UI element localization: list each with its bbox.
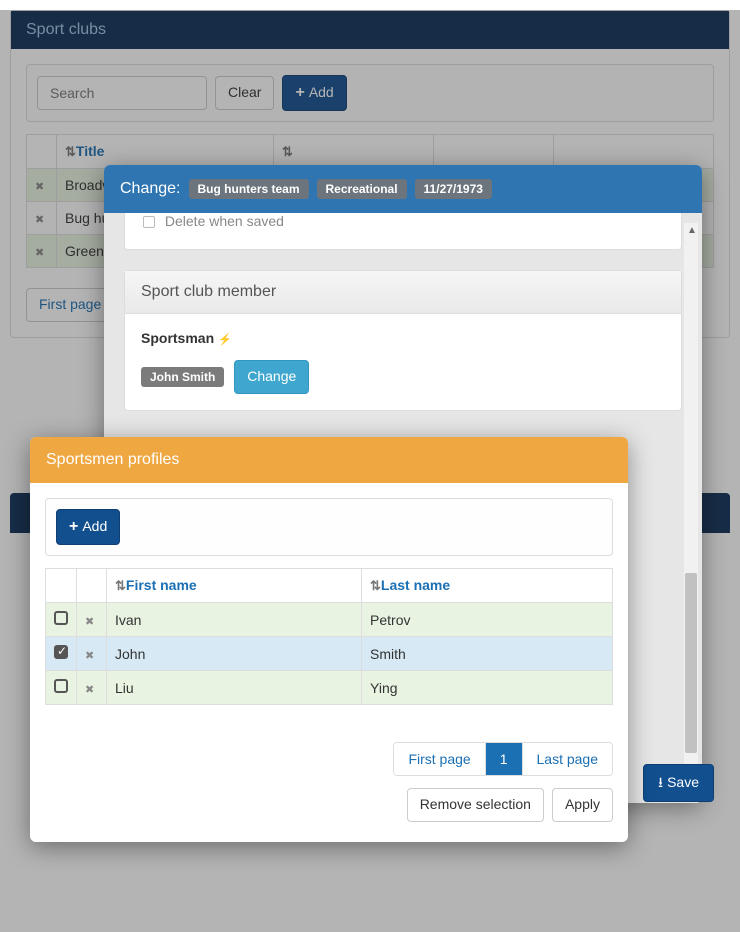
cell-first-name: John <box>107 637 362 671</box>
profiles-toolbar: Add <box>45 498 613 556</box>
delete-row-button[interactable] <box>77 671 107 705</box>
checkbox-icon <box>54 611 68 625</box>
cell-last-name: Ying <box>362 671 613 705</box>
cell-first-name: Ivan <box>107 603 362 637</box>
col-select <box>46 569 77 603</box>
save-button[interactable]: Save <box>643 764 714 802</box>
change-dialog-header: Change: Bug hunters team Recreational 11… <box>104 165 702 213</box>
remove-selection-button[interactable]: Remove selection <box>407 788 544 822</box>
profiles-add-label: Add <box>82 517 107 537</box>
member-card: Sport club member Sportsman John Smith C… <box>124 270 682 411</box>
member-card-title: Sport club member <box>125 271 681 314</box>
pagination: First page 1 Last page <box>393 742 613 776</box>
badge-date: 11/27/1973 <box>415 179 492 199</box>
select-row-checkbox[interactable] <box>46 671 77 705</box>
delete-row-button[interactable] <box>77 603 107 637</box>
profiles-table: First name Last name Ivan Petrov <box>45 568 613 705</box>
member-card-body: Sportsman John Smith Change <box>125 314 681 410</box>
dialog-footer: Remove selection Apply <box>30 788 628 822</box>
close-icon <box>85 646 94 662</box>
page-1-button[interactable]: 1 <box>486 743 523 775</box>
delete-row-button[interactable] <box>77 637 107 671</box>
change-sportsman-button[interactable]: Change <box>234 360 309 394</box>
scrollbar-thumb[interactable] <box>685 573 697 753</box>
select-row-checkbox[interactable] <box>46 637 77 671</box>
table-row[interactable]: Ivan Petrov <box>46 603 613 637</box>
col-delete <box>77 569 107 603</box>
form-card-top: Delete when saved <box>124 213 682 250</box>
col-last-name-label: Last name <box>381 577 450 593</box>
checkbox-icon <box>143 216 155 228</box>
sort-icon <box>115 577 126 593</box>
apply-button[interactable]: Apply <box>552 788 613 822</box>
checkbox-checked-icon <box>54 645 68 659</box>
checkbox-icon <box>54 679 68 693</box>
pagination-wrap: First page 1 Last page <box>30 720 628 776</box>
delete-when-saved-label: Delete when saved <box>165 213 284 229</box>
table-row[interactable]: Liu Ying <box>46 671 613 705</box>
sportsman-label: Sportsman <box>141 330 214 346</box>
close-icon <box>85 612 94 628</box>
first-page-button[interactable]: First page <box>394 743 485 775</box>
scrollbar[interactable]: ▲ ▼ <box>684 223 698 793</box>
sort-icon <box>370 577 381 593</box>
profiles-add-button[interactable]: Add <box>56 509 120 545</box>
change-dialog-title: Change: <box>120 180 181 198</box>
save-icon <box>658 773 663 793</box>
last-page-button[interactable]: Last page <box>523 743 613 775</box>
cell-first-name: Liu <box>107 671 362 705</box>
col-first-name[interactable]: First name <box>107 569 362 603</box>
badge-club: Bug hunters team <box>189 179 309 199</box>
cell-last-name: Smith <box>362 637 613 671</box>
col-first-name-label: First name <box>126 577 197 593</box>
table-header-row: First name Last name <box>46 569 613 603</box>
field-label: Sportsman <box>141 330 665 346</box>
badge-type: Recreational <box>317 179 407 199</box>
table-row[interactable]: John Smith <box>46 637 613 671</box>
delete-when-saved-option[interactable]: Delete when saved <box>143 213 663 229</box>
scroll-up-icon: ▲ <box>687 225 697 236</box>
select-row-checkbox[interactable] <box>46 603 77 637</box>
col-last-name[interactable]: Last name <box>362 569 613 603</box>
save-bar: Save <box>643 764 714 802</box>
save-button-label: Save <box>667 773 699 793</box>
profiles-dialog-title: Sportsmen profiles <box>30 437 628 483</box>
close-icon <box>85 680 94 696</box>
cell-last-name: Petrov <box>362 603 613 637</box>
profiles-dialog-body: Add First name Last name <box>30 483 628 720</box>
plus-icon <box>69 516 78 538</box>
sportsman-value-badge: John Smith <box>141 367 224 387</box>
profiles-dialog: Sportsmen profiles Add First name Last n… <box>30 437 628 842</box>
lightning-icon <box>218 330 232 346</box>
